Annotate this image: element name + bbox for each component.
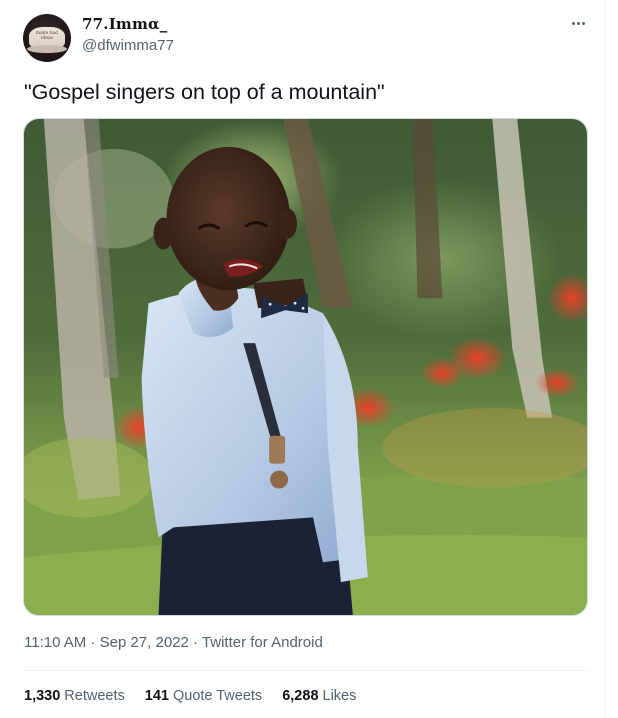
more-options-button[interactable]	[565, 13, 591, 33]
retweets-count: 1,330	[24, 688, 61, 704]
likes-count: 6,288	[282, 688, 319, 704]
tweet-text: "Gospel singers on top of a mountain"	[24, 80, 385, 104]
cap-brim	[27, 45, 67, 53]
avatar[interactable]: make bad ideas	[23, 14, 71, 62]
tweet-date[interactable]: Sep 27, 2022	[100, 634, 189, 651]
quotes-label: Quote Tweets	[172, 688, 263, 704]
display-name[interactable]: 77.𝐈𝐦𝐦𝛂_	[82, 15, 168, 33]
divider	[24, 670, 589, 671]
tweet-stats: 1,330 Retweets 141 Quote Tweets 6,288 Likes	[24, 688, 372, 704]
tweet-photo[interactable]	[23, 118, 588, 616]
cap-text: make bad ideas	[35, 31, 59, 41]
likes-label: Likes	[322, 688, 357, 704]
meta-separator: ·	[86, 634, 100, 651]
photo-child-crying-garden	[24, 119, 587, 615]
quote-tweets-stat[interactable]: 141 Quote Tweets	[145, 688, 262, 704]
tweet-card: make bad ideas 77.𝐈𝐦𝐦𝛂_ @dfwimma77 "Gospe…	[0, 0, 605, 718]
more-horizontal-icon	[571, 21, 586, 25]
user-handle[interactable]: @dfwimma77	[82, 37, 174, 54]
tweet-time[interactable]: 11:10 AM	[24, 634, 86, 651]
likes-stat[interactable]: 6,288 Likes	[282, 688, 356, 704]
tweet-meta: 11:10 AM · Sep 27, 2022 · Twitter for An…	[24, 634, 323, 651]
retweets-stat[interactable]: 1,330 Retweets	[24, 688, 125, 704]
tweet-source[interactable]: Twitter for Android	[202, 634, 323, 651]
retweets-label: Retweets	[64, 688, 125, 704]
quotes-count: 141	[144, 688, 169, 704]
meta-separator: ·	[188, 634, 202, 651]
